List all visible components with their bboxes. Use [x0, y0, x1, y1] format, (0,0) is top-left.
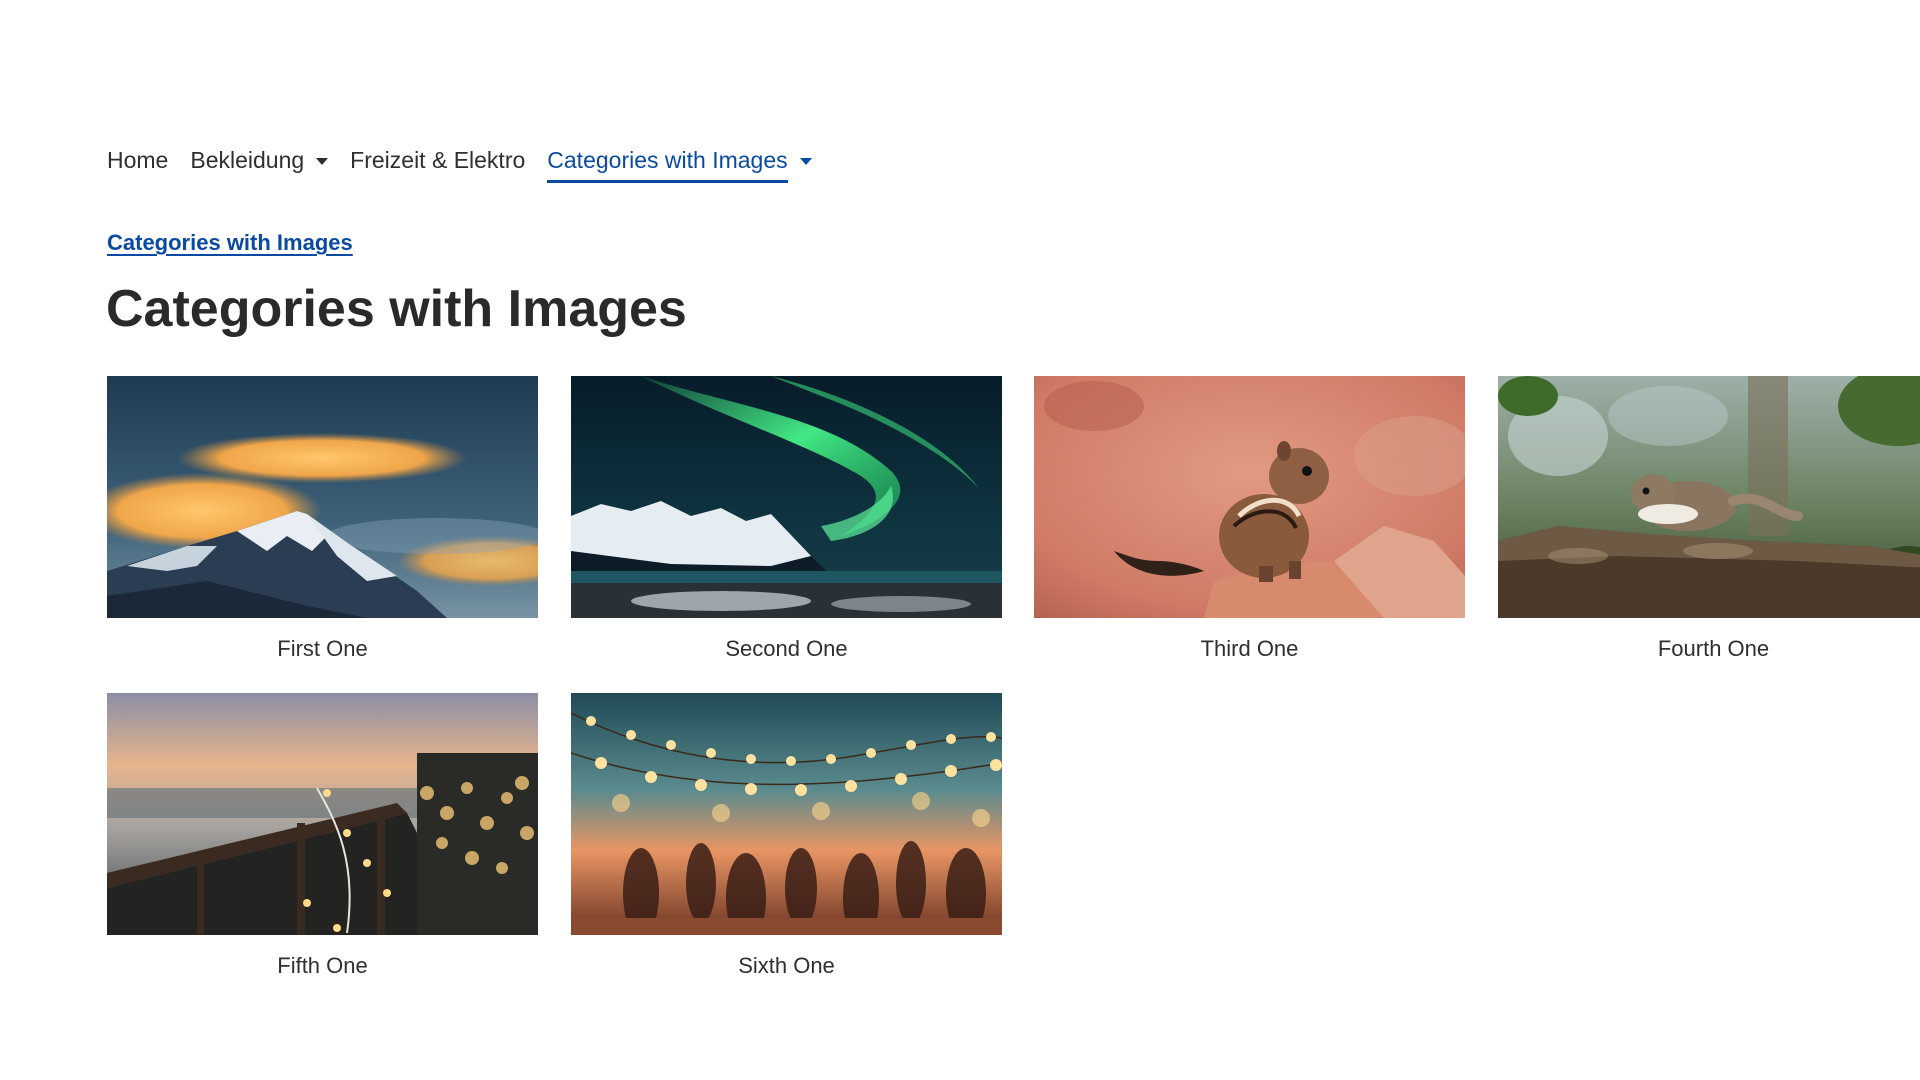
- category-label: First One: [277, 636, 368, 661]
- category-label: Second One: [725, 636, 848, 661]
- nav-item-bekleidung[interactable]: Bekleidung: [190, 146, 329, 185]
- nav-item-label: Bekleidung: [190, 147, 305, 173]
- category-image: [571, 693, 1002, 935]
- category-image: [1498, 376, 1920, 618]
- category-card-first[interactable]: First One: [107, 376, 538, 662]
- nav-item-label: Categories with Images: [547, 146, 788, 183]
- category-label: Sixth One: [738, 953, 835, 978]
- breadcrumb-link[interactable]: Categories with Images: [107, 230, 353, 256]
- category-label: Fifth One: [277, 953, 368, 978]
- category-card-fourth[interactable]: Fourth One: [1498, 376, 1920, 662]
- page: Home Bekleidung Freizeit & Elektro Categ…: [0, 0, 1920, 1080]
- nav-item-categories-with-images[interactable]: Categories with Images: [547, 146, 812, 185]
- category-card-third[interactable]: Third One: [1034, 376, 1465, 662]
- category-card-sixth[interactable]: Sixth One: [571, 693, 1002, 979]
- category-image: [107, 693, 538, 935]
- category-card-second[interactable]: Second One: [571, 376, 1002, 662]
- main-nav: Home Bekleidung Freizeit & Elektro Categ…: [107, 146, 834, 185]
- nav-item-label: Freizeit & Elektro: [350, 147, 526, 173]
- page-title: Categories with Images: [106, 280, 687, 338]
- category-image: [1034, 376, 1465, 618]
- category-label: Third One: [1200, 636, 1299, 661]
- caret-down-icon: [316, 158, 329, 166]
- category-image: [107, 376, 538, 618]
- category-card-fifth[interactable]: Fifth One: [107, 693, 538, 979]
- nav-item-home[interactable]: Home: [107, 146, 168, 185]
- nav-item-label: Home: [107, 147, 169, 173]
- category-label: Fourth One: [1657, 636, 1770, 661]
- caret-down-icon: [799, 158, 812, 166]
- category-image: [571, 376, 1002, 618]
- nav-item-freizeit-elektro[interactable]: Freizeit & Elektro: [350, 146, 525, 185]
